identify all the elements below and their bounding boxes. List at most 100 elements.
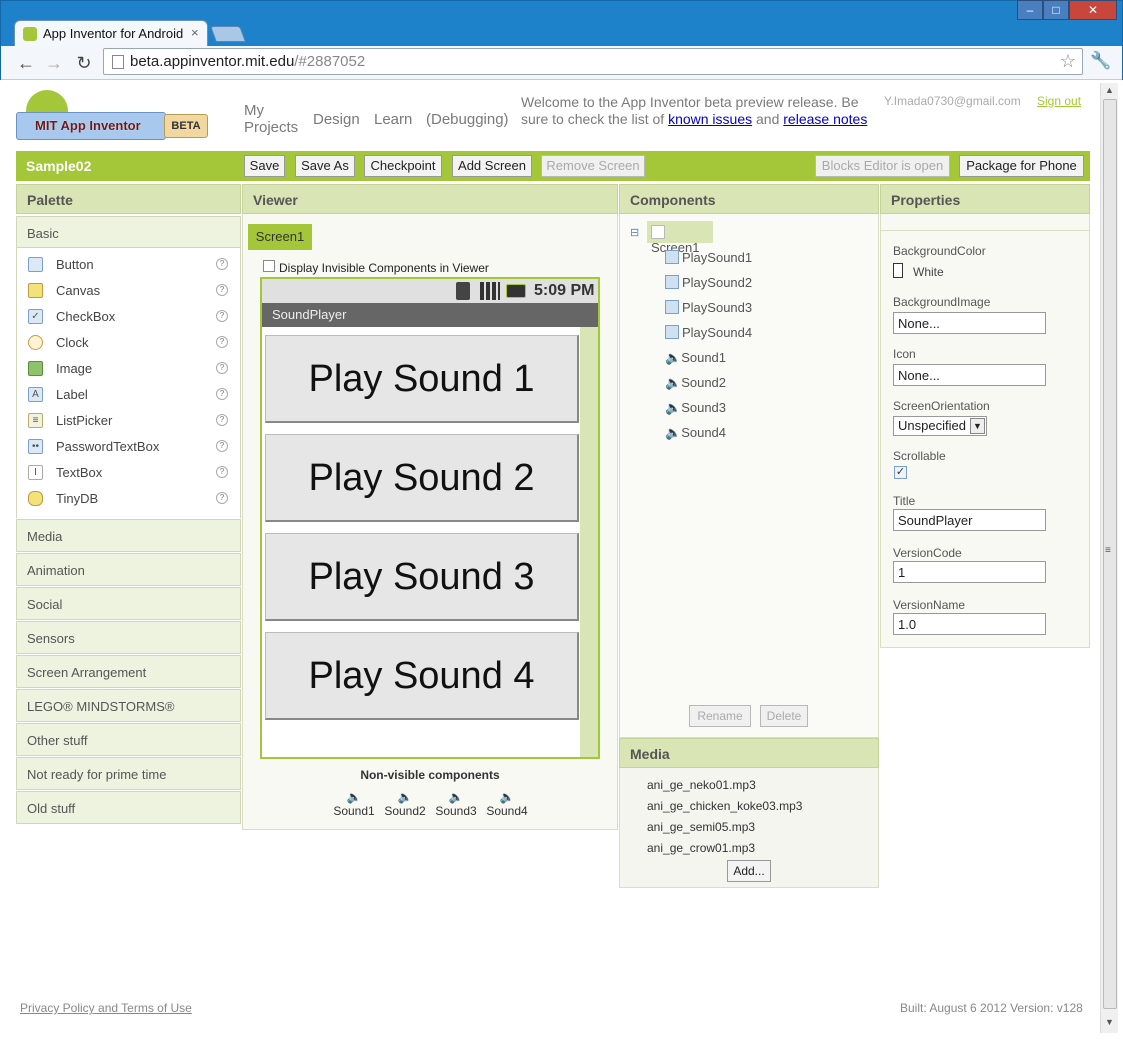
maximize-icon[interactable]: □	[1043, 0, 1069, 20]
scroll-down-arrow-icon[interactable]: ▼	[1105, 1017, 1114, 1027]
version-code-field[interactable]: 1	[893, 561, 1046, 583]
save-button[interactable]: Save	[244, 155, 285, 177]
display-invisible-checkbox[interactable]	[263, 260, 275, 272]
help-icon[interactable]: ?	[216, 492, 228, 504]
help-icon[interactable]: ?	[216, 466, 228, 478]
palette-section-screen-arrangement[interactable]: Screen Arrangement	[16, 655, 241, 688]
palette-item-image[interactable]: Image?	[16, 357, 241, 383]
tree-item-playsound3[interactable]: PlaySound3	[665, 300, 752, 315]
play-sound-4-button[interactable]: Play Sound 4	[265, 632, 579, 720]
forward-arrow-icon[interactable]: →	[43, 52, 65, 74]
palette-item-listpicker[interactable]: ≡ ListPicker?	[16, 409, 241, 435]
sign-out-link[interactable]: Sign out	[1037, 94, 1081, 108]
speaker-icon: 🔈	[448, 790, 464, 804]
palette-basic-header[interactable]: Basic	[16, 216, 241, 248]
nav-my-projects[interactable]: My Projects	[244, 102, 304, 136]
bookmark-star-icon[interactable]: ☆	[1060, 51, 1076, 72]
palette-item-tinydb[interactable]: TinyDB?	[16, 487, 241, 513]
palette-section-lego[interactable]: LEGO® MINDSTORMS®	[16, 689, 241, 722]
title-field[interactable]: SoundPlayer	[893, 509, 1046, 531]
color-swatch[interactable]	[893, 263, 903, 278]
add-screen-button[interactable]: Add Screen	[452, 155, 532, 177]
media-file[interactable]: ani_ge_crow01.mp3	[647, 841, 755, 855]
scrollable-checkbox[interactable]: ✓	[894, 466, 907, 479]
page-scrollbar[interactable]: ▲ ≡ ▼	[1100, 83, 1118, 1033]
palette-section-media[interactable]: Media	[16, 519, 241, 552]
tree-item-screen1[interactable]: Screen1	[647, 221, 713, 255]
media-file[interactable]: ani_ge_semi05.mp3	[647, 820, 755, 834]
help-icon[interactable]: ?	[216, 414, 228, 426]
nav-design[interactable]: Design	[313, 111, 360, 128]
minimize-icon[interactable]: –	[1017, 0, 1043, 20]
delete-button[interactable]: Delete	[760, 705, 808, 727]
palette-item-button[interactable]: Button?	[16, 253, 241, 279]
address-bar[interactable]: beta.appinventor.mit.edu/#2887052 ☆	[103, 48, 1083, 75]
icon-field[interactable]: None...	[893, 364, 1046, 386]
tree-item-playsound2[interactable]: PlaySound2	[665, 275, 752, 290]
back-arrow-icon[interactable]: ←	[15, 52, 37, 74]
palette-item-textbox[interactable]: I TextBox?	[16, 461, 241, 487]
add-media-button[interactable]: Add...	[727, 860, 771, 882]
palette-section-old-stuff[interactable]: Old stuff	[16, 791, 241, 824]
palette-item-checkbox[interactable]: ✓ CheckBox?	[16, 305, 241, 331]
tree-item-sound1[interactable]: 🔈Sound1	[665, 350, 726, 366]
privacy-policy-link[interactable]: Privacy Policy and Terms of Use	[20, 1001, 192, 1015]
blocks-editor-button[interactable]: Blocks Editor is open	[815, 155, 950, 177]
help-icon[interactable]: ?	[216, 388, 228, 400]
background-color-value[interactable]: White	[913, 265, 944, 279]
help-icon[interactable]: ?	[216, 362, 228, 374]
remove-screen-button[interactable]: Remove Screen	[541, 155, 645, 177]
play-sound-2-button[interactable]: Play Sound 2	[265, 434, 579, 522]
media-file[interactable]: ani_ge_chicken_koke03.mp3	[647, 799, 802, 813]
nonvisible-sound3[interactable]: 🔈 Sound3	[432, 790, 480, 818]
rename-button[interactable]: Rename	[689, 705, 751, 727]
palette-item-label[interactable]: A Label?	[16, 383, 241, 409]
screen-orientation-select[interactable]: Unspecified ▼	[893, 416, 987, 436]
nonvisible-sound1[interactable]: 🔈 Sound1	[330, 790, 378, 818]
palette-item-passwordtextbox[interactable]: •• PasswordTextBox?	[16, 435, 241, 461]
help-icon[interactable]: ?	[216, 258, 228, 270]
browser-tab[interactable]: App Inventor for Android ×	[14, 20, 208, 46]
known-issues-link[interactable]: known issues	[668, 111, 752, 127]
palette-section-sensors[interactable]: Sensors	[16, 621, 241, 654]
save-as-button[interactable]: Save As	[295, 155, 355, 177]
version-name-field[interactable]: 1.0	[893, 613, 1046, 635]
signal-g-icon	[456, 282, 470, 300]
tree-item-playsound4[interactable]: PlaySound4	[665, 325, 752, 340]
palette-section-social[interactable]: Social	[16, 587, 241, 620]
nav-debugging[interactable]: (Debugging)	[426, 111, 509, 128]
help-icon[interactable]: ?	[216, 310, 228, 322]
palette-item-canvas[interactable]: Canvas?	[16, 279, 241, 305]
nonvisible-sound4[interactable]: 🔈 Sound4	[483, 790, 531, 818]
nav-learn[interactable]: Learn	[374, 111, 412, 128]
release-notes-link[interactable]: release notes	[783, 111, 867, 127]
help-icon[interactable]: ?	[216, 336, 228, 348]
collapse-tree-icon[interactable]: ⊟	[630, 226, 639, 239]
wrench-menu-icon[interactable]: 🔧	[1090, 51, 1111, 71]
tree-item-sound3[interactable]: 🔈Sound3	[665, 400, 726, 416]
media-file[interactable]: ani_ge_neko01.mp3	[647, 778, 756, 792]
app-inventor-logo[interactable]: MIT App Inventor BETA	[16, 90, 208, 144]
textbox-icon: I	[28, 465, 43, 480]
tree-item-playsound1[interactable]: PlaySound1	[665, 250, 752, 265]
tree-item-sound2[interactable]: 🔈Sound2	[665, 375, 726, 391]
palette-section-animation[interactable]: Animation	[16, 553, 241, 586]
background-image-field[interactable]: None...	[893, 312, 1046, 334]
package-for-phone-button[interactable]: Package for Phone	[959, 155, 1084, 177]
close-tab-icon[interactable]: ×	[191, 25, 199, 40]
palette-section-not-ready[interactable]: Not ready for prime time	[16, 757, 241, 790]
scroll-up-arrow-icon[interactable]: ▲	[1105, 85, 1114, 95]
close-window-icon[interactable]: ✕	[1069, 0, 1117, 20]
help-icon[interactable]: ?	[216, 440, 228, 452]
reload-icon[interactable]: ↻	[73, 52, 95, 74]
screen1-tab[interactable]: Screen1	[248, 224, 312, 250]
palette-section-other-stuff[interactable]: Other stuff	[16, 723, 241, 756]
nonvisible-sound2[interactable]: 🔈 Sound2	[381, 790, 429, 818]
play-sound-1-button[interactable]: Play Sound 1	[265, 335, 579, 423]
new-tab-button[interactable]	[210, 26, 246, 42]
help-icon[interactable]: ?	[216, 284, 228, 296]
play-sound-3-button[interactable]: Play Sound 3	[265, 533, 579, 621]
tree-item-sound4[interactable]: 🔈Sound4	[665, 425, 726, 441]
checkpoint-button[interactable]: Checkpoint	[364, 155, 442, 177]
palette-item-clock[interactable]: Clock?	[16, 331, 241, 357]
